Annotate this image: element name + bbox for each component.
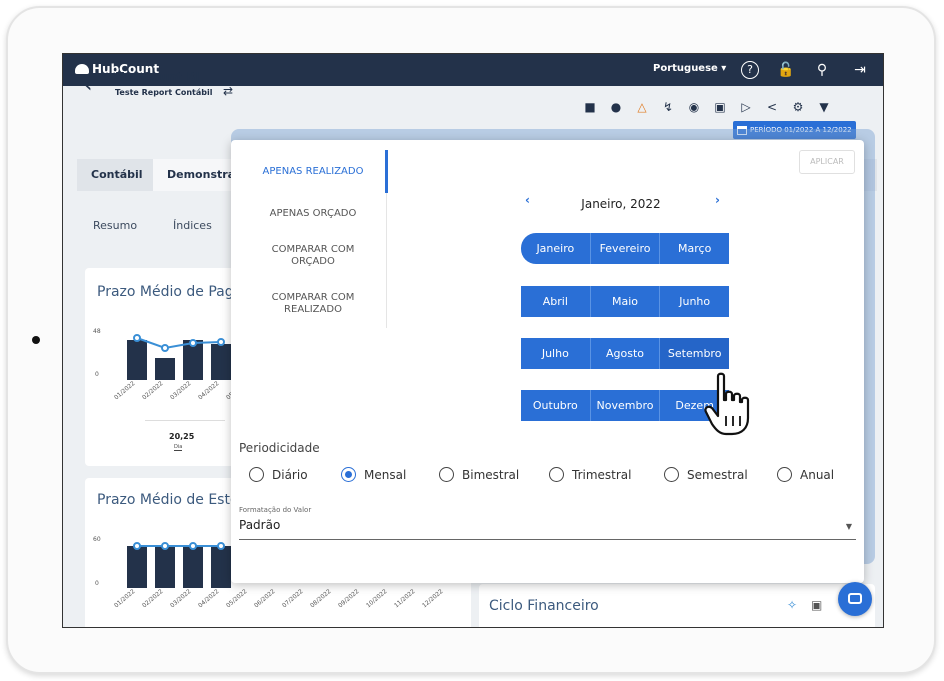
- language-selector[interactable]: Portuguese ▾: [653, 63, 726, 74]
- periodicity-radio-group: Diário Mensal Bimestral Trimestral Semes…: [249, 467, 859, 487]
- ciclo-financeiro-card: Ciclo Financeiro ✧ ▣: [479, 584, 875, 627]
- radio-semestral[interactable]: Semestral: [664, 467, 748, 482]
- pmp-kpi-value: 20,25: [169, 432, 195, 441]
- pme-x-label: 07/2022: [281, 587, 305, 610]
- hand-cursor-icon: [704, 372, 750, 436]
- pme-point[interactable]: [133, 542, 141, 550]
- settings-icon[interactable]: ⚙: [791, 100, 805, 114]
- share-icon[interactable]: <: [765, 100, 779, 114]
- radio-circle-icon: [249, 467, 264, 482]
- help-icon[interactable]: ?: [741, 61, 759, 79]
- location-pin-icon[interactable]: ●: [609, 100, 623, 114]
- month-junho[interactable]: Junho: [660, 286, 730, 317]
- radio-label: Anual: [800, 467, 835, 482]
- pme-x-label: 06/2022: [253, 587, 277, 610]
- pmp-line: [136, 337, 222, 350]
- folder-icon[interactable]: ■: [583, 100, 597, 114]
- expand-icon[interactable]: ▣: [811, 598, 822, 612]
- month-outubro[interactable]: Outubro: [521, 390, 591, 421]
- swap-report-icon[interactable]: ⇄: [223, 84, 233, 98]
- unlock-icon[interactable]: 🔓: [775, 59, 797, 81]
- app-screen: HubCount Portuguese ▾ ? 🔓 ⚲ ⇥ ‹ HubCount…: [62, 53, 884, 628]
- month-julho[interactable]: Julho: [521, 338, 591, 369]
- calendar-next-icon[interactable]: ›: [715, 193, 720, 207]
- chat-icon: [848, 593, 862, 604]
- image-icon[interactable]: ▣: [713, 100, 727, 114]
- active-option-indicator: [385, 150, 388, 193]
- pmp-point[interactable]: [189, 339, 197, 347]
- pmp-point[interactable]: [217, 338, 225, 346]
- month-marco[interactable]: Março: [660, 233, 730, 264]
- option-apenas-realizado[interactable]: APENAS REALIZADO: [251, 166, 375, 178]
- page-subtitle: Teste Report Contábil: [115, 88, 213, 97]
- month-row: Janeiro Fevereiro Março: [521, 233, 730, 264]
- tablet-side-dot: [32, 336, 40, 344]
- play-icon[interactable]: ▷: [739, 100, 753, 114]
- radio-circle-icon: [549, 467, 564, 482]
- radio-label: Trimestral: [572, 467, 632, 482]
- month-fevereiro[interactable]: Fevereiro: [590, 233, 661, 264]
- logout-icon[interactable]: ⇥: [849, 59, 871, 81]
- month-maio[interactable]: Maio: [590, 286, 661, 317]
- eye-icon[interactable]: ◉: [687, 100, 701, 114]
- month-janeiro[interactable]: Janeiro: [521, 233, 591, 264]
- back-chevron-icon[interactable]: ‹: [83, 72, 93, 96]
- format-select[interactable]: Padrão ▼: [239, 518, 856, 540]
- periodicity-label: Periodicidade: [239, 441, 320, 455]
- pmp-point[interactable]: [161, 344, 169, 352]
- radio-label: Bimestral: [462, 467, 520, 482]
- lightbulb-icon[interactable]: ⚲: [811, 59, 833, 81]
- period-filter-modal: APENAS REALIZADO APENAS ORÇADO COMPARAR …: [231, 140, 864, 583]
- month-setembro[interactable]: Setembro: [660, 338, 730, 369]
- radio-trimestral[interactable]: Trimestral: [549, 467, 631, 482]
- dropdown-caret-icon: ▼: [845, 522, 852, 531]
- month-row: Julho Agosto Setembro: [521, 338, 730, 369]
- month-agosto[interactable]: Agosto: [590, 338, 661, 369]
- radio-checked-icon: [341, 467, 356, 482]
- filter-icon[interactable]: ▼: [817, 100, 831, 114]
- radio-mensal[interactable]: Mensal: [341, 467, 406, 482]
- month-abril[interactable]: Abril: [521, 286, 591, 317]
- lightning-icon[interactable]: ↯: [661, 100, 675, 114]
- option-apenas-orcado[interactable]: APENAS ORÇADO: [251, 208, 375, 220]
- radio-anual[interactable]: Anual: [777, 467, 834, 482]
- ciclo-financeiro-title: Ciclo Financeiro: [489, 598, 599, 614]
- pmp-divider: [145, 420, 225, 421]
- month-row: Abril Maio Junho: [521, 286, 730, 317]
- radio-circle-icon: [664, 467, 679, 482]
- warning-icon[interactable]: △: [635, 100, 649, 114]
- option-comparar-realizado[interactable]: COMPARAR COM REALIZADO: [251, 292, 375, 316]
- format-label: Formatação do Valor: [239, 506, 312, 514]
- pme-x-label: 10/2022: [365, 587, 389, 610]
- radio-label: Mensal: [364, 467, 407, 482]
- pme-line: [137, 545, 221, 547]
- radio-circle-icon: [439, 467, 454, 482]
- pme-x-label: 08/2022: [309, 587, 333, 610]
- month-row: Outubro Novembro Dezem: [521, 390, 730, 421]
- pme-point[interactable]: [161, 542, 169, 550]
- sparkle-icon[interactable]: ✧: [787, 598, 797, 612]
- chat-button[interactable]: [838, 582, 872, 616]
- pme-x-label: 11/2022: [393, 587, 417, 610]
- apply-button[interactable]: APLICAR: [799, 150, 855, 174]
- subtab-resumo[interactable]: Resumo: [93, 219, 137, 232]
- radio-label: Diário: [272, 467, 308, 482]
- pme-x-label: 09/2022: [337, 587, 361, 610]
- pmp-kpi-unit: Dia: [174, 444, 183, 451]
- radio-label: Semestral: [687, 467, 748, 482]
- option-comparar-orcado[interactable]: COMPARAR COM ORÇADO: [251, 244, 375, 268]
- subtab-indices[interactable]: Índices: [173, 219, 212, 232]
- pme-point[interactable]: [217, 542, 225, 550]
- pmp-point[interactable]: [133, 334, 141, 342]
- pme-x-label: 12/2022: [421, 587, 445, 610]
- radio-circle-icon: [777, 467, 792, 482]
- pme-point[interactable]: [189, 542, 197, 550]
- calendar-title: Janeiro, 2022: [581, 197, 661, 211]
- radio-diario[interactable]: Diário: [249, 467, 308, 482]
- tab-contabil[interactable]: Contábil: [77, 159, 157, 191]
- format-select-value: Padrão: [239, 518, 281, 532]
- radio-bimestral[interactable]: Bimestral: [439, 467, 519, 482]
- page-title: HubCount BI: [115, 70, 200, 84]
- month-novembro[interactable]: Novembro: [590, 390, 661, 421]
